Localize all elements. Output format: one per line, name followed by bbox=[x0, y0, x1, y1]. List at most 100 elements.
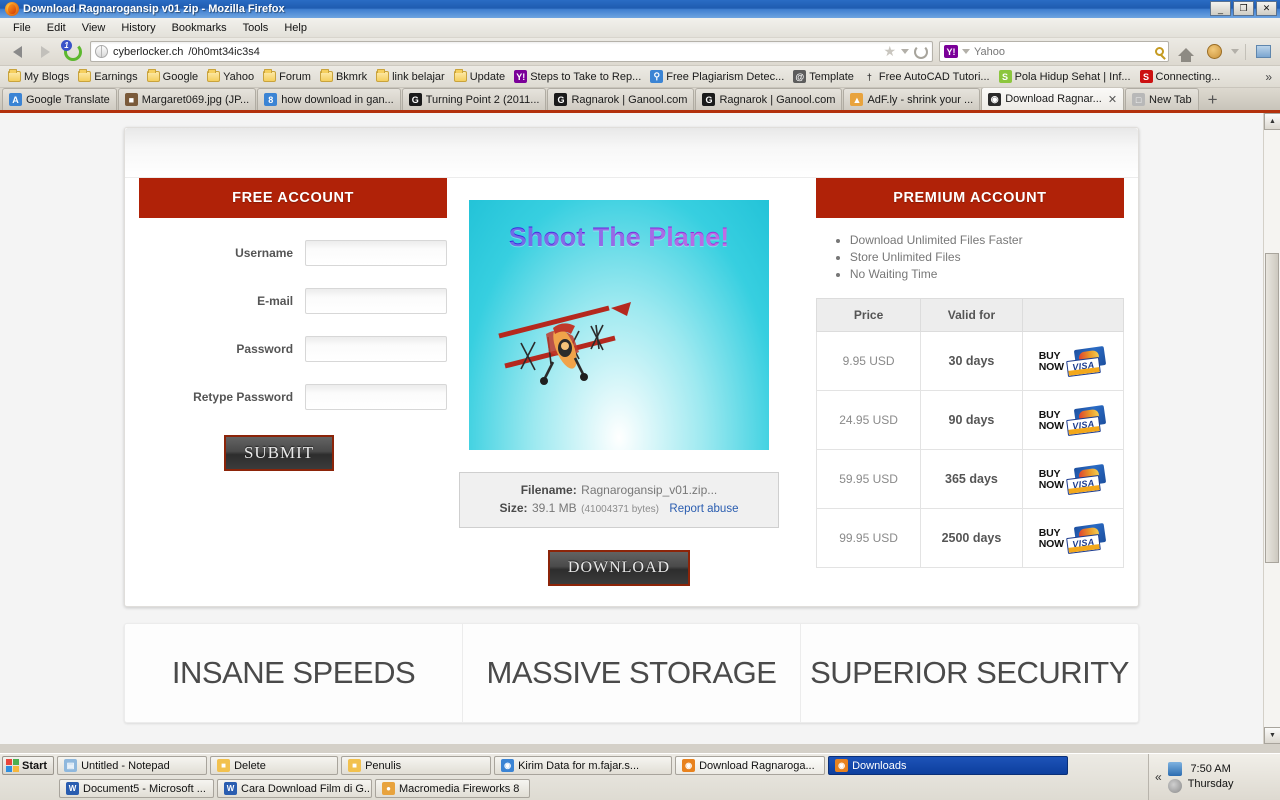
table-row: 9.95 USD 30 days BUY NOW VISA bbox=[815, 331, 1124, 391]
menu-tools[interactable]: Tools bbox=[236, 20, 276, 36]
maximize-button[interactable]: ❐ bbox=[1233, 1, 1254, 16]
search-bar[interactable]: Y! Yahoo bbox=[939, 41, 1169, 62]
persona-button[interactable] bbox=[1203, 41, 1225, 63]
bookmark-item[interactable]: ⚲ Free Plagiarism Detec... bbox=[646, 69, 788, 84]
vertical-scrollbar[interactable]: ▲ ▼ bbox=[1263, 113, 1280, 744]
bookmark-item[interactable]: Forum bbox=[259, 69, 315, 84]
bookmark-item[interactable]: @ Template bbox=[789, 69, 858, 84]
payment-cards-icon: VISA bbox=[1065, 346, 1107, 377]
picture-button[interactable] bbox=[1252, 41, 1274, 63]
search-engine-chevron-icon[interactable] bbox=[962, 49, 970, 54]
taskbar-item[interactable]: W Cara Download Film di G... bbox=[217, 779, 372, 798]
persona-chevron-icon[interactable] bbox=[1231, 49, 1239, 54]
bookmark-item[interactable]: S Pola Hidup Sehat | Inf... bbox=[995, 69, 1135, 84]
taskbar-item[interactable]: ● Macromedia Fireworks 8 bbox=[375, 779, 530, 798]
list-item: No Waiting Time bbox=[850, 266, 1124, 282]
tab[interactable]: A Google Translate bbox=[2, 88, 117, 110]
close-button[interactable]: ✕ bbox=[1256, 1, 1277, 16]
buy-now-button[interactable]: BUY NOW VISA bbox=[1039, 523, 1107, 554]
bookmark-item[interactable]: Bkmrk bbox=[316, 69, 371, 84]
menu-view[interactable]: View bbox=[75, 20, 113, 36]
buy-now-button[interactable]: BUY NOW VISA bbox=[1039, 464, 1107, 495]
address-bar[interactable]: cyberlocker.ch/0h0mt34ic3s4 ★ bbox=[90, 41, 933, 62]
cad-icon: † bbox=[866, 71, 872, 82]
menu-file[interactable]: File bbox=[6, 20, 38, 36]
taskbar-item[interactable]: ◉ Downloads bbox=[828, 756, 1069, 775]
tab[interactable]: □ New Tab bbox=[1125, 88, 1199, 110]
tab[interactable]: G Turning Point 2 (2011... bbox=[401, 88, 547, 110]
taskbar-item[interactable]: ◉ Kirim Data for m.fajar.s... bbox=[494, 756, 673, 775]
bookmark-item[interactable]: link belajar bbox=[372, 69, 449, 84]
forward-button[interactable] bbox=[34, 41, 56, 63]
volume-icon[interactable] bbox=[1167, 778, 1182, 793]
home-button[interactable] bbox=[1175, 41, 1197, 63]
taskbar-item[interactable]: W Document5 - Microsoft ... bbox=[59, 779, 214, 798]
scrollbar-thumb[interactable] bbox=[1265, 253, 1279, 563]
main-card: FREE ACCOUNT Username E-mail Password Re… bbox=[124, 127, 1139, 607]
bookmark-item[interactable]: Google bbox=[143, 69, 202, 84]
tab-favicon-icon: ◉ bbox=[988, 92, 1002, 106]
taskbar-item-label: Untitled - Notepad bbox=[81, 759, 170, 772]
menu-history[interactable]: History bbox=[114, 20, 162, 36]
table-row: 59.95 USD 365 days BUY NOW VISA bbox=[815, 449, 1124, 509]
bookmark-item[interactable]: S Connecting... bbox=[1136, 69, 1225, 84]
taskbar-item[interactable]: ■ Delete bbox=[210, 756, 339, 775]
tab[interactable]: ■ Margaret069.jpg (JP... bbox=[117, 88, 257, 110]
scroll-up-button[interactable]: ▲ bbox=[1264, 113, 1280, 130]
username-input[interactable] bbox=[305, 240, 448, 266]
clock-time[interactable]: 7:50 AM bbox=[1188, 762, 1234, 777]
folder-icon bbox=[319, 69, 333, 82]
password-input[interactable] bbox=[305, 336, 448, 362]
pricing-table: Price Valid for 9.95 USD 30 days BUY NOW VIS… bbox=[815, 298, 1124, 568]
chevron-down-icon[interactable] bbox=[901, 49, 909, 54]
minimize-button[interactable]: _ bbox=[1210, 1, 1231, 16]
taskbar-item[interactable]: ■ Penulis bbox=[341, 756, 492, 775]
menu-edit[interactable]: Edit bbox=[40, 20, 73, 36]
bookmark-item[interactable]: † Free AutoCAD Tutori... bbox=[859, 69, 994, 84]
back-button[interactable] bbox=[6, 41, 28, 63]
tab[interactable]: G Ragnarok | Ganool.com bbox=[695, 88, 843, 110]
tab[interactable]: 8 how download in gan... bbox=[257, 88, 401, 110]
menu-bookmarks[interactable]: Bookmarks bbox=[165, 20, 234, 36]
retype-password-input[interactable] bbox=[305, 384, 448, 410]
bookmark-item[interactable]: Update bbox=[450, 69, 509, 84]
reload-button[interactable]: 1 bbox=[61, 39, 84, 63]
bookmark-star-icon[interactable]: ★ bbox=[883, 43, 896, 60]
network-icon[interactable] bbox=[1167, 761, 1182, 776]
scroll-down-button[interactable]: ▼ bbox=[1264, 727, 1280, 744]
email-input[interactable] bbox=[305, 288, 448, 314]
taskbar-item-label: Document5 - Microsoft ... bbox=[83, 782, 206, 795]
taskbar-item[interactable]: ◉ Download Ragnaroga... bbox=[675, 756, 826, 775]
search-icon[interactable] bbox=[1155, 47, 1164, 56]
buy-now-button[interactable]: BUY NOW VISA bbox=[1039, 405, 1107, 436]
download-button[interactable]: DOWNLOAD bbox=[547, 550, 691, 586]
taskbar-item-icon: ▤ bbox=[64, 759, 78, 772]
bookmark-item[interactable]: Yahoo bbox=[203, 69, 258, 84]
tray-expand-icon[interactable]: « bbox=[1155, 770, 1162, 784]
clock-day[interactable]: Thursday bbox=[1188, 777, 1234, 792]
bookmark-label: Free Plagiarism Detec... bbox=[666, 70, 785, 83]
tab-label: Margaret069.jpg (JP... bbox=[141, 93, 250, 106]
bookmarks-overflow-icon[interactable]: » bbox=[1265, 70, 1276, 84]
tab[interactable]: ▲ AdF.ly - shrink your ... bbox=[843, 88, 981, 110]
bookmark-item[interactable]: My Blogs bbox=[4, 69, 73, 84]
advertisement-banner[interactable]: Shoot The Plane! bbox=[468, 200, 769, 450]
yahoo-icon: Y! bbox=[514, 70, 528, 83]
start-button[interactable]: Start bbox=[2, 756, 55, 775]
taskbar-item[interactable]: ▤ Untitled - Notepad bbox=[57, 756, 208, 775]
globe-icon bbox=[95, 45, 108, 58]
submit-button[interactable]: SUBMIT bbox=[223, 435, 335, 471]
tab[interactable]: G Ragnarok | Ganool.com bbox=[547, 88, 695, 110]
bookmark-item[interactable]: Earnings bbox=[74, 69, 141, 84]
tab-close-icon[interactable]: ✕ bbox=[1108, 93, 1117, 106]
report-abuse-link[interactable]: Report abuse bbox=[669, 503, 738, 515]
buy-now-button[interactable]: BUY NOW VISA bbox=[1039, 346, 1107, 377]
search-input[interactable]: Yahoo bbox=[974, 46, 1005, 58]
reload-badge: 1 bbox=[61, 39, 72, 51]
tab-active[interactable]: ◉ Download Ragnar... ✕ bbox=[981, 88, 1125, 110]
menu-help[interactable]: Help bbox=[277, 20, 314, 36]
address-reload-icon[interactable] bbox=[914, 44, 928, 59]
new-tab-button[interactable]: + bbox=[1200, 90, 1226, 110]
bookmark-item[interactable]: Y! Steps to Take to Rep... bbox=[510, 69, 645, 84]
advertisement-title: Shoot The Plane! bbox=[469, 222, 769, 253]
